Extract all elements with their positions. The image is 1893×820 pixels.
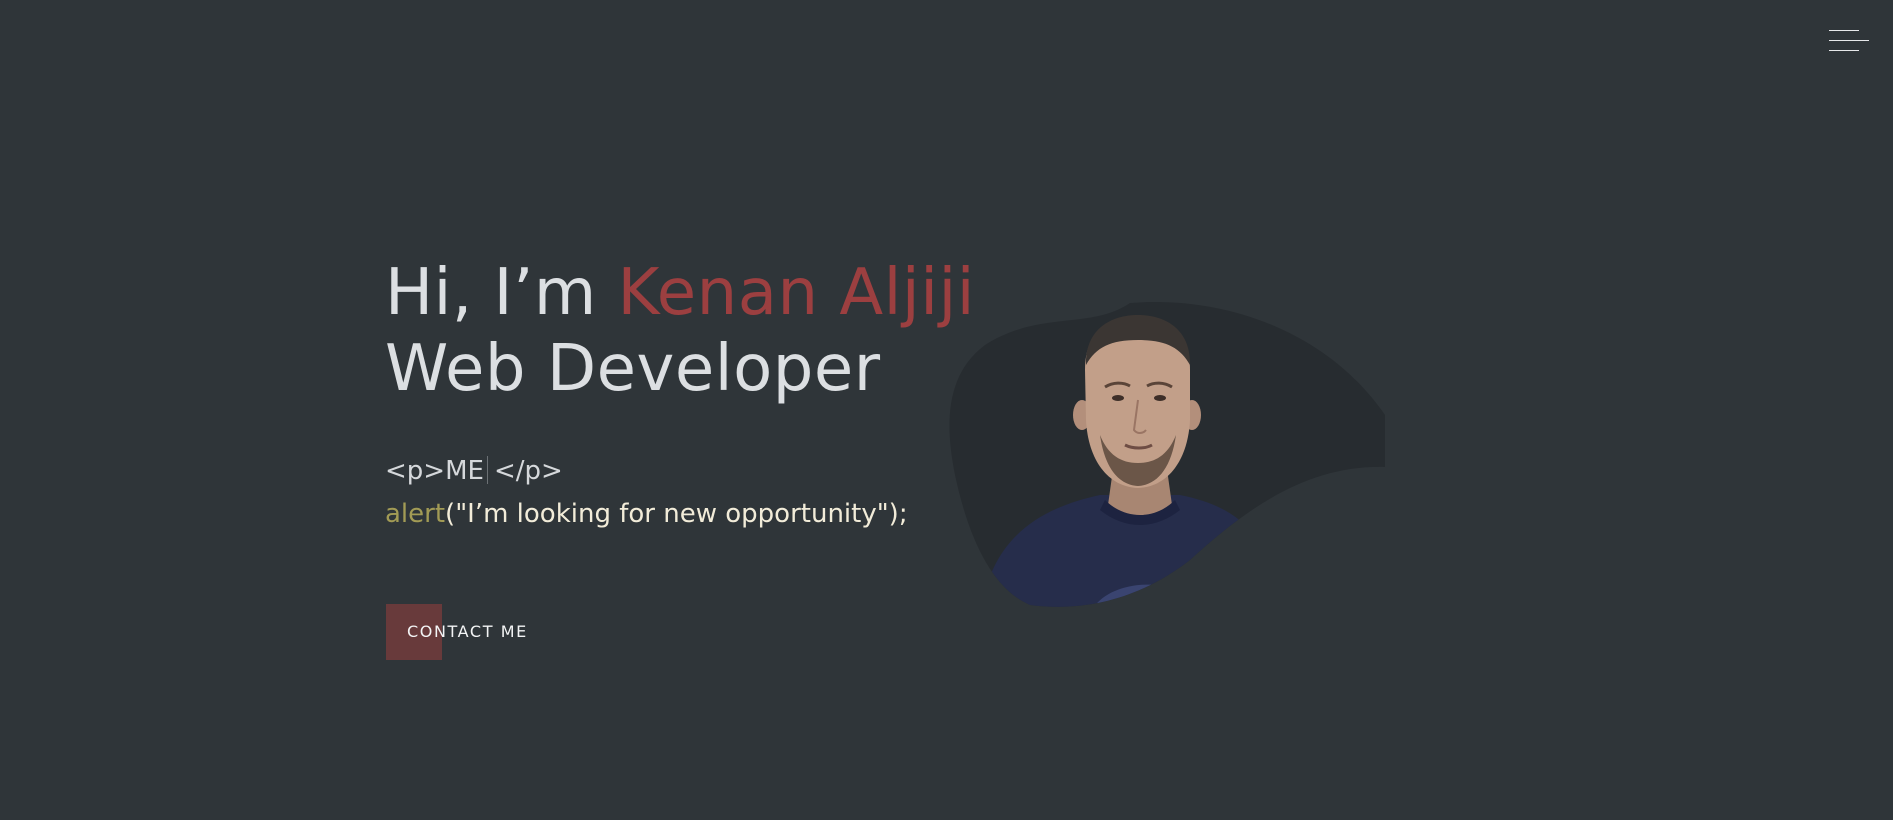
hamburger-menu-icon[interactable] (1829, 28, 1869, 54)
alert-arguments: ("I’m looking for new opportunity"); (445, 499, 908, 529)
tag-close-text: </p> (493, 456, 563, 486)
hero-page: Hi, I’m Kenan Aljiji Web Developer <p>ME… (0, 0, 1893, 820)
contact-me-button[interactable]: CONTACT ME (386, 604, 556, 660)
hero-headline: Hi, I’m Kenan Aljiji Web Developer (385, 255, 975, 407)
alert-function: alert (385, 499, 446, 529)
menu-line (1829, 50, 1859, 51)
portrait-svg (949, 301, 1385, 607)
menu-line (1829, 30, 1859, 31)
developer-name: Kenan Aljiji (617, 256, 976, 330)
alert-code-line: alert("I’m looking for new opportunity")… (385, 498, 975, 530)
portrait-blob (940, 295, 1390, 615)
typing-caret (486, 456, 488, 484)
menu-line (1829, 40, 1869, 41)
contact-me-label: CONTACT ME (407, 622, 528, 641)
tag-open-text: <p>ME (385, 456, 484, 486)
developer-role: Web Developer (385, 332, 881, 406)
hero-text: Hi, I’m Kenan Aljiji Web Developer <p>ME… (385, 255, 975, 530)
greeting-text: Hi, I’m (385, 256, 618, 330)
typing-tag-line: <p>ME </p> (385, 455, 975, 487)
